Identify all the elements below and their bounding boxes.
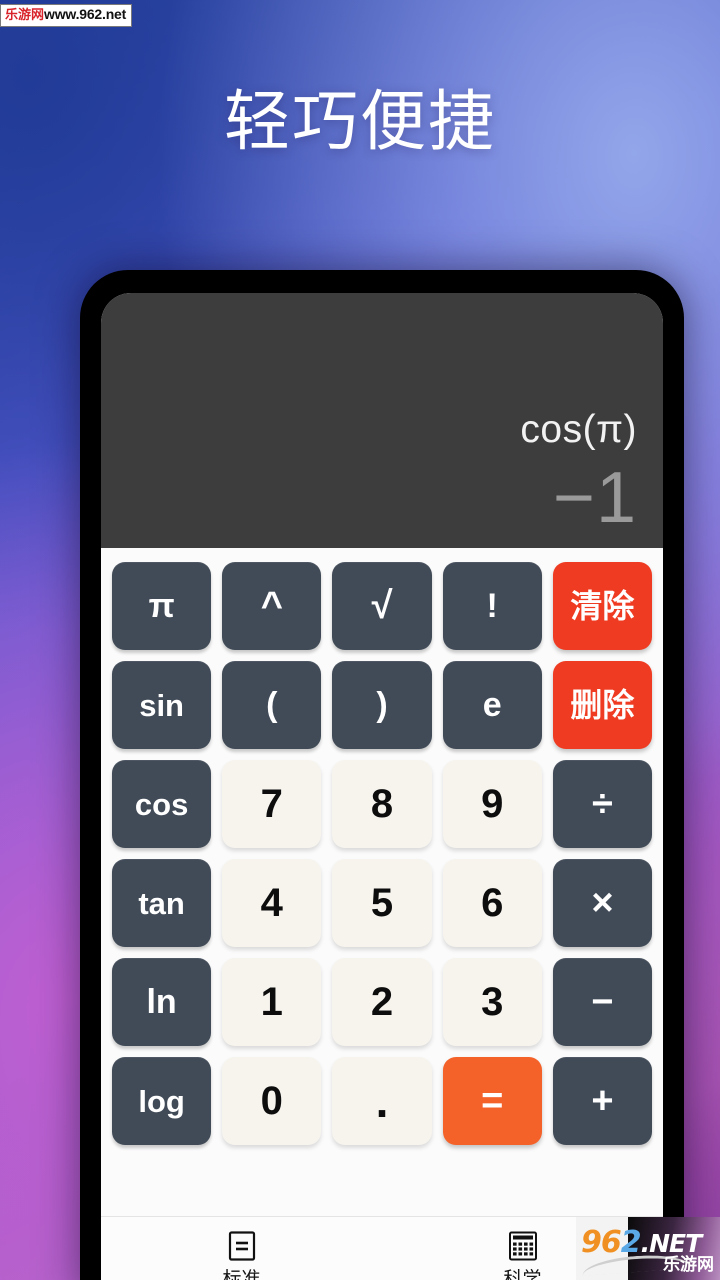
key-sqrt[interactable]: √	[332, 562, 432, 650]
key-delete[interactable]: 删除	[552, 661, 653, 749]
phone-mockup: cos(π) −1 π ^ √! 清除 sin() e 删除 cos 7 8 9 ÷ tan 4 5 6 × ln…	[80, 270, 684, 1280]
key-2[interactable]: 2	[332, 958, 432, 1046]
logo-cn-text: 乐游网	[663, 1255, 714, 1275]
key-3[interactable]: 3	[442, 958, 542, 1046]
display-result: −1	[552, 458, 637, 538]
logo-text-2: 2	[620, 1225, 642, 1260]
key-log[interactable]: log	[112, 1057, 212, 1145]
key-tan[interactable]: tan	[112, 859, 212, 947]
key-pi[interactable]: π	[112, 562, 212, 650]
key-paren-open[interactable]: (	[222, 661, 322, 749]
watermark-brand: 乐游网	[5, 8, 45, 23]
key-multiply[interactable]: ×	[552, 859, 653, 947]
keypad-row: sin() e 删除	[112, 661, 653, 749]
key-paren-close[interactable]: )	[332, 661, 432, 749]
nav-item-label: 科学	[503, 1267, 542, 1280]
key-e[interactable]: e	[442, 661, 542, 749]
key-equals[interactable]: =	[442, 1057, 542, 1145]
keypad-row: ln 1 2 3−	[112, 958, 653, 1046]
nav-item-label: 标准	[222, 1267, 261, 1280]
nav-standard[interactable]: 标准	[101, 1229, 382, 1280]
logo-text-net: .NET	[640, 1229, 703, 1258]
equals-box-icon	[225, 1229, 259, 1263]
display-expression: cos(π)	[520, 408, 637, 451]
page-title: 轻巧便捷	[224, 83, 496, 160]
keypad-row: tan 4 5 6 ×	[112, 859, 653, 947]
key-0[interactable]: 0	[222, 1057, 322, 1145]
phone-screen: cos(π) −1 π ^ √! 清除 sin() e 删除 cos 7 8 9 ÷ tan 4 5 6 × ln…	[101, 293, 663, 1280]
calculator-grid-icon	[506, 1229, 540, 1263]
key-5[interactable]: 5	[332, 859, 432, 947]
key-divide[interactable]: ÷	[552, 760, 653, 848]
site-logo: 962.NET 乐游网	[576, 1217, 720, 1280]
key-minus[interactable]: −	[552, 958, 653, 1046]
calculator-display: cos(π) −1	[101, 293, 663, 548]
calculator-keypad: π ^ √! 清除 sin() e 删除 cos 7 8 9 ÷ tan 4 5 6 × ln 1 2 3− log 0. =…	[101, 548, 663, 1216]
key-1[interactable]: 1	[222, 958, 322, 1046]
key-sin[interactable]: sin	[112, 661, 212, 749]
key-6[interactable]: 6	[442, 859, 542, 947]
key-plus[interactable]: +	[552, 1057, 653, 1145]
key-decimal[interactable]: .	[332, 1057, 432, 1145]
key-8[interactable]: 8	[332, 760, 432, 848]
key-9[interactable]: 9	[442, 760, 542, 848]
key-power[interactable]: ^	[222, 562, 322, 650]
key-7[interactable]: 7	[222, 760, 322, 848]
logo-text-96: 96	[581, 1225, 622, 1260]
key-factorial[interactable]: !	[442, 562, 542, 650]
keypad-row: π ^ √! 清除	[112, 562, 653, 650]
key-4[interactable]: 4	[222, 859, 322, 947]
keypad-row: cos 7 8 9 ÷	[112, 760, 653, 848]
key-cos[interactable]: cos	[112, 760, 212, 848]
watermark-url: www.962.net	[44, 6, 127, 22]
site-watermark: 乐游网www.962.net	[0, 4, 133, 27]
key-clear[interactable]: 清除	[552, 562, 653, 650]
key-ln[interactable]: ln	[112, 958, 212, 1046]
keypad-row: log 0. = +	[112, 1057, 653, 1145]
